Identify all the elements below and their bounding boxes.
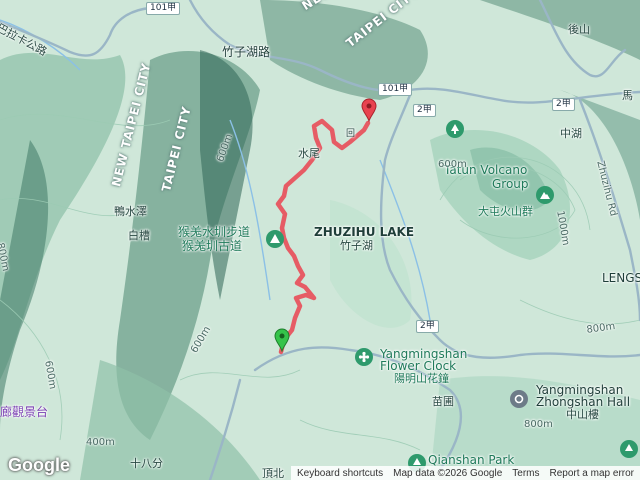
keyboard-shortcuts-link[interactable]: Keyboard shortcuts (297, 468, 383, 479)
elevation-label: 800m (524, 419, 553, 430)
road-shield: 2甲 (416, 320, 439, 333)
poi-label[interactable]: Group (492, 178, 529, 190)
road-shield: 101甲 (378, 83, 413, 96)
park-icon[interactable] (446, 120, 464, 138)
elevation-label: 400m (86, 437, 115, 448)
place-label: 水尾 (298, 147, 320, 160)
poi-label[interactable]: Qianshan Park (428, 454, 514, 466)
poi-label[interactable]: 中山樓 (566, 409, 599, 420)
poi-label[interactable]: 大屯火山群 (478, 206, 533, 217)
google-logo[interactable]: Google (8, 455, 70, 476)
place-label: 頂北 (262, 467, 284, 480)
trail-label[interactable]: 猴羗圳古道 (182, 240, 242, 252)
terms-link[interactable]: Terms (512, 468, 539, 479)
flower-icon[interactable] (355, 348, 373, 366)
road-label: 竹子湖路 (222, 45, 271, 59)
report-error-link[interactable]: Report a map error (550, 468, 634, 479)
place-label: 鴨水澤 (114, 205, 147, 218)
place-label: 白槽 (128, 229, 150, 242)
area-label: ZHUZIHU LAKE (314, 225, 415, 239)
poi-label[interactable]: 陽明山花鐘 (394, 373, 449, 384)
mountain-icon[interactable] (536, 186, 554, 204)
area-label: 竹子湖 (340, 239, 373, 252)
place-label: 苗圃 (432, 395, 454, 408)
road-shield: 101甲 (146, 2, 181, 15)
road-shield: 2甲 (413, 104, 436, 117)
poi-label[interactable]: 廊觀景台 (0, 406, 48, 418)
place-label: 十八分 (130, 457, 163, 470)
trail-label[interactable]: 猴羗水圳步道 (178, 226, 250, 238)
place-label: 中湖 (560, 127, 582, 140)
start-marker-icon[interactable] (274, 328, 290, 352)
poi-label[interactable]: Flower Clock (380, 360, 456, 372)
area-label: LENGS (602, 271, 640, 285)
elevation-label: 600m (438, 159, 467, 170)
road-shield: 2甲 (552, 98, 575, 111)
park-icon[interactable] (620, 440, 638, 458)
trail-poi-icon[interactable] (266, 230, 284, 248)
poi-label[interactable]: Zhongshan Hall (536, 396, 630, 408)
map-data-text: Map data ©2026 Google (393, 467, 503, 479)
place-label: 馬 (622, 89, 633, 102)
place-label: 回 (346, 129, 356, 139)
attribution-bar: Keyboard shortcuts Map data ©2026 Google… (290, 466, 640, 480)
landmark-icon[interactable] (510, 390, 528, 408)
place-label: 後山 (568, 23, 590, 36)
end-marker-icon[interactable] (361, 98, 377, 122)
